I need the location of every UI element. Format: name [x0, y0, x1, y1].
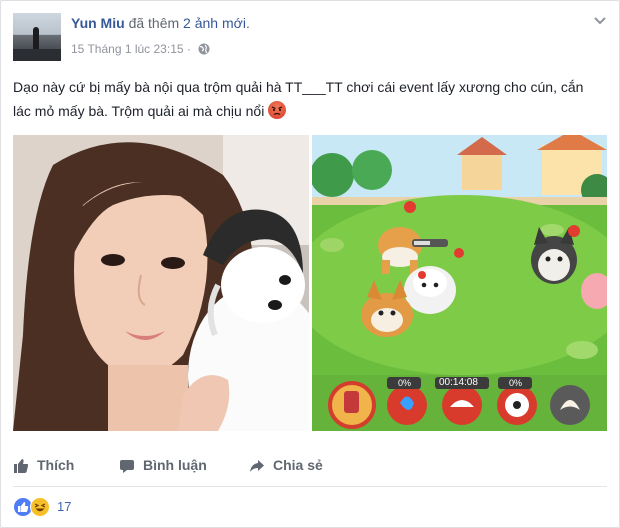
post-body: Dạo này cứ bị mấy bà nội qua trộm quải h… [13, 75, 603, 123]
photo-game-screenshot[interactable]: 0% 00:14:08 0% [312, 135, 607, 431]
post-header: Yun Miu đã thêm 2 ảnh mới. [71, 15, 250, 31]
haha-reaction-icon [30, 497, 50, 517]
meta-separator: · [186, 42, 191, 56]
action-text: đã thêm [128, 15, 180, 31]
avatar-figure [33, 27, 39, 49]
author-avatar[interactable] [13, 13, 61, 61]
feed-post: Yun Miu đã thêm 2 ảnh mới. 15 Tháng 1 lú… [0, 0, 620, 528]
like-button[interactable]: Thích [13, 449, 74, 481]
comment-icon [120, 460, 134, 473]
game-badge-1: 0% [398, 378, 412, 388]
actions-divider [13, 486, 607, 487]
post-options-chevron-icon[interactable] [589, 13, 611, 29]
game-timer: 00:14:08 [439, 377, 478, 388]
share-button[interactable]: Chia sẻ [249, 449, 323, 481]
share-arrow-icon [250, 460, 264, 472]
post-meta: 15 Tháng 1 lúc 23:15 · [71, 42, 210, 58]
new-photos-link[interactable]: 2 ảnh mới [183, 15, 246, 31]
photo-selfie-with-puppy[interactable] [13, 135, 309, 431]
post-text: Dạo này cứ bị mấy bà nội qua trộm quải h… [13, 79, 584, 119]
post-timestamp[interactable]: 15 Tháng 1 lúc 23:15 [71, 42, 184, 56]
game-badge-2: 0% [509, 378, 523, 388]
angry-face-emoji-icon [268, 101, 287, 119]
share-label: Chia sẻ [273, 457, 323, 473]
comment-label: Bình luận [143, 457, 207, 473]
globe-icon[interactable] [198, 43, 210, 58]
reaction-count[interactable]: 17 [57, 499, 71, 514]
author-name[interactable]: Yun Miu [71, 15, 125, 31]
action-end: . [245, 15, 250, 31]
like-label: Thích [37, 457, 75, 473]
comment-button[interactable]: Bình luận [119, 449, 207, 481]
avatar-ground [13, 49, 61, 61]
thumbs-up-icon [14, 459, 29, 473]
